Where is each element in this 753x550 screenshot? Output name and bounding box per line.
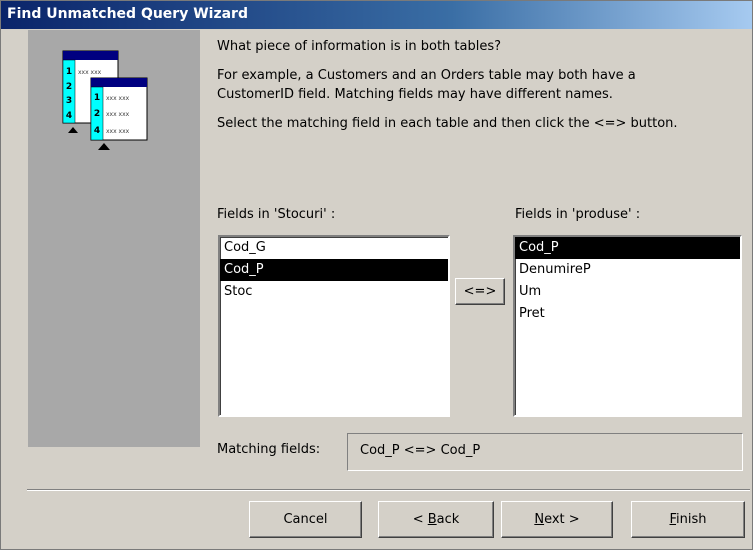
front-cell-text: xxx xxx — [106, 95, 130, 102]
right-field-item[interactable]: DenumireP — [515, 259, 740, 281]
matching-fields-box: Cod_P <=> Cod_P — [347, 433, 743, 471]
matching-fields-label: Matching fields: — [217, 442, 321, 457]
front-table-icon: 1 2 4 xxx xxx xxx xxx xxx xxx — [90, 77, 148, 150]
left-field-item[interactable]: Cod_G — [220, 237, 448, 259]
matching-fields-value: Cod_P <=> Cod_P — [360, 443, 481, 458]
finish-button[interactable]: Finish — [631, 501, 745, 538]
button-separator — [27, 489, 750, 491]
back-button-mnemonic: B — [427, 512, 437, 527]
next-button[interactable]: Next > — [501, 501, 613, 538]
cancel-button[interactable]: Cancel — [249, 501, 362, 538]
back-row-number: 1 — [66, 67, 72, 77]
window-title: Find Unmatched Query Wizard — [7, 6, 248, 22]
front-cell-text: xxx xxx — [106, 128, 130, 135]
left-field-item-selected[interactable]: Cod_P — [220, 259, 448, 281]
instruction-text: Select the matching field in each table … — [217, 116, 678, 131]
back-row-number: 4 — [66, 111, 72, 121]
right-field-item[interactable]: Pret — [515, 303, 740, 325]
back-row-number: 3 — [66, 96, 72, 106]
front-cell-text: xxx xxx — [106, 111, 130, 118]
left-field-item[interactable]: Stoc — [220, 281, 448, 303]
back-cell-text: xxx xxx — [78, 69, 102, 76]
wizard-window: Find Unmatched Query Wizard 1 2 3 4 xxx … — [0, 0, 753, 550]
front-row-number: 2 — [94, 109, 100, 119]
question-text: What piece of information is in both tab… — [217, 39, 502, 54]
finish-button-rest: inish — [676, 512, 707, 527]
right-fields-list[interactable]: Cod_P DenumireP Um Pret — [513, 235, 742, 417]
left-fields-list[interactable]: Cod_G Cod_P Stoc — [218, 235, 450, 417]
table-illustration: 1 2 3 4 xxx xxx 1 2 4 xxx xxx xxx xxx xx… — [62, 50, 148, 150]
back-row-number: 2 — [66, 82, 72, 92]
front-row-number: 4 — [94, 126, 100, 136]
side-panel: 1 2 3 4 xxx xxx 1 2 4 xxx xxx xxx xxx xx… — [28, 30, 200, 447]
back-button[interactable]: < Back — [378, 501, 494, 538]
title-bar: Find Unmatched Query Wizard — [1, 1, 752, 29]
back-button-rest: ack — [436, 512, 460, 527]
example-text-line2: CustomerID field. Matching fields may ha… — [217, 87, 613, 102]
back-button-prefix: < — [412, 512, 428, 527]
right-field-item[interactable]: Um — [515, 281, 740, 303]
next-button-mnemonic: N — [534, 512, 545, 527]
left-list-label: Fields in 'Stocuri' : — [217, 207, 336, 222]
match-fields-button[interactable]: <=> — [455, 278, 505, 305]
example-text-line1: For example, a Customers and an Orders t… — [217, 68, 636, 83]
next-button-rest: ext > — [544, 512, 580, 527]
right-field-item-selected[interactable]: Cod_P — [515, 237, 740, 259]
right-list-label: Fields in 'produse' : — [515, 207, 641, 222]
front-row-number: 1 — [94, 93, 100, 103]
